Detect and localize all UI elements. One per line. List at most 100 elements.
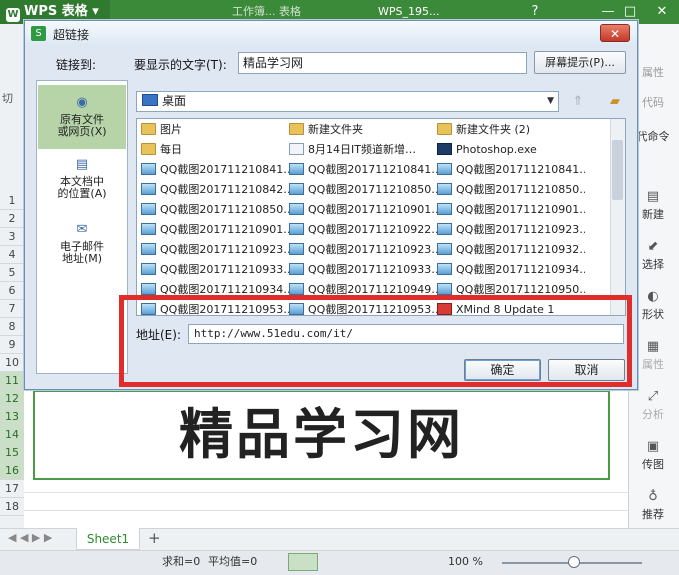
file-item[interactable]: QQ截图201711210850… <box>289 181 437 199</box>
dialog-title-bar: 超链接 <box>25 21 637 47</box>
recommend-icon: ♁ <box>648 489 658 504</box>
document-place-icon: ▤ <box>75 157 89 172</box>
file-item[interactable]: QQ截图201711210933… <box>289 261 437 279</box>
file-item[interactable]: QQ截图201711210850… <box>141 201 289 219</box>
location-value: 桌面 <box>162 94 187 108</box>
zoom-slider-thumb[interactable] <box>568 556 580 568</box>
normal-view-button[interactable] <box>288 553 318 571</box>
folder-icon <box>289 123 304 135</box>
image-file-icon <box>141 283 156 295</box>
file-name: 每日 <box>160 143 182 156</box>
file-name: QQ截图201711210923… <box>308 243 437 256</box>
row-header[interactable]: 16 <box>0 462 24 480</box>
row-header[interactable]: 8 <box>0 318 24 336</box>
file-item[interactable]: QQ截图201711210932… <box>437 241 585 259</box>
merged-cell[interactable]: 精品学习网 <box>33 390 610 480</box>
file-item[interactable]: QQ截图201711210901… <box>289 201 437 219</box>
row-header[interactable]: 14 <box>0 426 24 444</box>
browse-folder-icon[interactable]: ▰ <box>604 91 626 112</box>
wps-doc-tab[interactable]: WPS_195... <box>378 3 439 21</box>
file-item[interactable]: QQ截图201711210841… <box>437 161 585 179</box>
row-header[interactable]: 9 <box>0 336 24 354</box>
file-item[interactable]: QQ截图201711210841… <box>289 161 437 179</box>
folder-icon <box>141 123 156 135</box>
row-header[interactable]: 12 <box>0 390 24 408</box>
image-file-icon <box>141 203 156 215</box>
sheet-tab[interactable]: Sheet1 <box>76 528 140 550</box>
file-item[interactable]: QQ截图201711210923… <box>289 241 437 259</box>
row-header[interactable]: 13 <box>0 408 24 426</box>
file-name: QQ截图201711210934… <box>456 263 585 276</box>
file-item[interactable]: QQ截图201711210901… <box>437 201 585 219</box>
photoshop-icon <box>437 143 452 155</box>
file-item[interactable]: QQ截图201711210901… <box>141 221 289 239</box>
sheet-nav-arrows[interactable]: ◀ ◀ ▶ ▶ <box>8 531 52 544</box>
file-item[interactable]: QQ截图201711210934… <box>437 261 585 279</box>
file-item[interactable]: QQ截图201711210850… <box>437 181 585 199</box>
link-type-existing-file[interactable]: ◉ 原有文件 或网页(X) <box>38 85 126 149</box>
file-name: QQ截图201711210923… <box>456 223 585 236</box>
file-item[interactable]: 新建文件夹 (2) <box>437 121 585 139</box>
file-item[interactable]: QQ截图201711210923… <box>141 241 289 259</box>
image-file-icon <box>437 283 452 295</box>
row-header[interactable]: 10 <box>0 354 24 372</box>
maximize-button[interactable]: □ <box>620 2 640 22</box>
link-type-email[interactable]: ✉ 电子邮件 地址(M) <box>38 218 126 278</box>
properties-icon: ▦ <box>646 339 660 354</box>
grid-line <box>24 492 628 493</box>
file-item[interactable]: QQ截图201711210842… <box>141 181 289 199</box>
file-item[interactable]: 每日 <box>141 141 289 159</box>
image-file-icon <box>289 223 304 235</box>
file-item[interactable]: Photoshop.exe <box>437 141 585 159</box>
file-list[interactable]: 图片 新建文件夹 新建文件夹 (2) 每日 8月14日IT频道新增… Photoshop.… <box>136 118 626 316</box>
link-type-document-place[interactable]: ▤ 本文档中 的位置(A) <box>38 153 126 213</box>
workbook-tab[interactable]: 工作簿... 表格 <box>232 3 301 21</box>
close-app-button[interactable]: ✕ <box>652 2 672 22</box>
file-item[interactable]: QQ截图201711210922… <box>289 221 437 239</box>
file-name: QQ截图201711210901… <box>308 203 437 216</box>
file-item[interactable]: 图片 <box>141 121 289 139</box>
scrollbar-thumb[interactable] <box>612 140 623 200</box>
desktop-icon <box>142 94 158 106</box>
location-combo[interactable]: 桌面 ▼ <box>136 91 559 112</box>
dialog-close-button[interactable]: ✕ <box>600 24 630 42</box>
add-sheet-icon[interactable]: + <box>148 529 161 547</box>
file-name: QQ截图201711210923… <box>160 243 289 256</box>
panel-recommend-button[interactable]: ♁ 推荐 <box>630 490 676 522</box>
row-header[interactable]: 6 <box>0 282 24 300</box>
display-text-label: 要显示的文字(T): <box>134 58 227 72</box>
row-header[interactable]: 2 <box>0 210 24 228</box>
panel-analyze-button[interactable]: ⤢ 分析 <box>630 390 676 422</box>
row-header[interactable]: 1 <box>0 192 24 210</box>
up-folder-icon[interactable]: ⇑ <box>567 91 589 112</box>
image-file-icon <box>437 263 452 275</box>
file-item[interactable]: QQ截图201711210933… <box>141 261 289 279</box>
file-name: QQ截图201711210922… <box>308 223 437 236</box>
minimize-button[interactable]: — <box>598 2 618 22</box>
display-text-input[interactable]: 精品学习网 <box>238 52 527 74</box>
row-header[interactable]: 5 <box>0 264 24 282</box>
row-header[interactable]: 11 <box>0 372 24 390</box>
row-header[interactable]: 18 <box>0 498 24 516</box>
row-header[interactable]: 4 <box>0 246 24 264</box>
help-icon[interactable]: ? <box>525 2 545 22</box>
document-icon <box>289 143 304 155</box>
dialog-app-icon: S <box>31 26 46 41</box>
link-to-label: 链接到: <box>56 58 97 72</box>
image-file-icon <box>141 223 156 235</box>
file-name: 8月14日IT频道新增… <box>308 143 416 156</box>
upload-image-icon: ▣ <box>646 439 660 454</box>
row-header[interactable]: 15 <box>0 444 24 462</box>
row-header[interactable]: 3 <box>0 228 24 246</box>
file-item[interactable]: QQ截图201711210923… <box>437 221 585 239</box>
file-item[interactable]: 8月14日IT频道新增… <box>289 141 437 159</box>
row-header[interactable]: 17 <box>0 480 24 498</box>
screen-tip-button[interactable]: 屏幕提示(P)... <box>534 51 626 74</box>
row-header[interactable]: 7 <box>0 300 24 318</box>
image-file-icon <box>289 243 304 255</box>
panel-upload-image-button[interactable]: ▣ 传图 <box>630 440 676 472</box>
new-icon: ▤ <box>646 189 660 204</box>
file-item[interactable]: 新建文件夹 <box>289 121 437 139</box>
file-item[interactable]: QQ截图201711210841… <box>141 161 289 179</box>
image-file-icon <box>289 203 304 215</box>
